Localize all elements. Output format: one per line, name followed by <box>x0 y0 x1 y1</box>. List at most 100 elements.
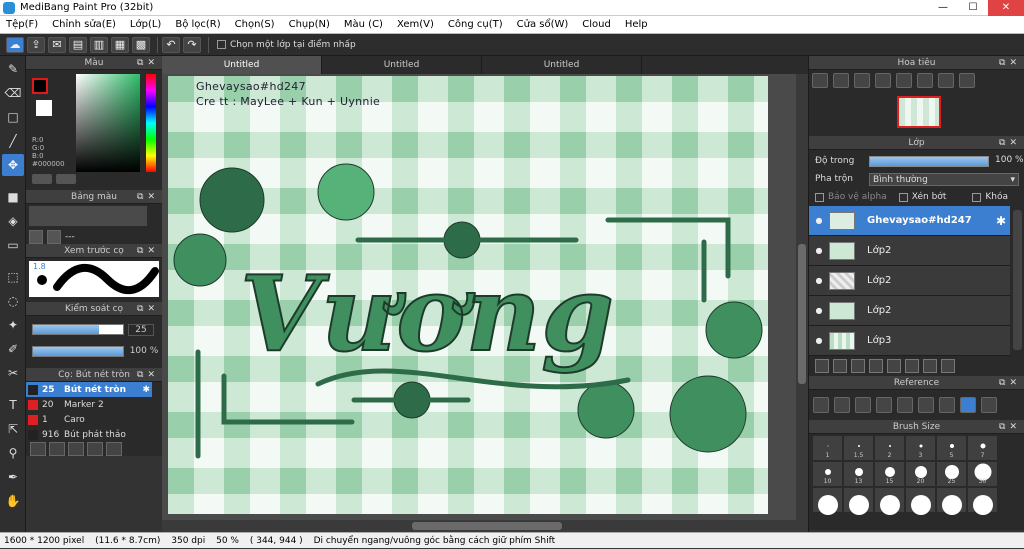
move-tool-icon[interactable]: ✥ <box>2 154 24 176</box>
select-layer-checkbox[interactable]: Chọn một lớp tại điểm nhấp <box>217 40 356 50</box>
delete-layer-icon[interactable] <box>941 359 955 373</box>
brush-size-cell[interactable] <box>875 488 904 515</box>
foreground-color-swatch[interactable] <box>32 78 48 94</box>
tab-untitled-3[interactable]: Untitled <box>482 56 642 74</box>
new-halftone-layer-icon[interactable] <box>833 359 847 373</box>
panel-controls-icon[interactable]: ⧉✕ <box>137 56 159 70</box>
zoom-out-icon[interactable] <box>918 397 934 413</box>
hand-icon[interactable] <box>960 397 976 413</box>
actual-size-icon[interactable] <box>875 73 891 88</box>
horizontal-scrollbar[interactable] <box>162 520 808 532</box>
layer-row[interactable]: ● Lớp3 <box>809 326 1010 356</box>
folder-icon[interactable] <box>887 359 901 373</box>
pen-tool-icon[interactable]: ✒ <box>2 466 24 488</box>
navigator-thumbnail[interactable] <box>897 96 941 128</box>
visibility-icon[interactable]: ● <box>809 276 829 285</box>
brush-size-cell[interactable]: 15 <box>875 462 904 486</box>
zoom-in-icon[interactable] <box>833 73 849 88</box>
menu-edit[interactable]: Chỉnh sửa(E) <box>52 19 116 30</box>
brush-item[interactable]: 916 Bút phát thảo <box>26 427 152 442</box>
gear-icon[interactable]: ✱ <box>996 214 1006 228</box>
magic-wand-tool-icon[interactable]: ✦ <box>2 314 24 336</box>
vertical-scroll-thumb[interactable] <box>798 244 806 384</box>
clipping-checkbox[interactable] <box>898 192 908 202</box>
brush-size-cell[interactable]: 2 <box>875 436 904 460</box>
comment-icon[interactable]: ✉ <box>48 36 66 53</box>
brush-item[interactable]: 25 Bút nét tròn ✱ <box>26 382 152 397</box>
delete-palette-icon[interactable] <box>47 230 61 244</box>
brush-size-cell[interactable] <box>813 488 842 515</box>
grid-icon[interactable]: ▦ <box>111 36 129 53</box>
blend-mode-select[interactable]: Bình thường ▾ <box>869 173 1019 186</box>
color-mode-button[interactable] <box>32 174 52 184</box>
redo-icon[interactable]: ↷ <box>183 36 201 53</box>
operation-tool-icon[interactable]: ⇱ <box>2 418 24 440</box>
vertical-scrollbar[interactable] <box>796 74 808 520</box>
visibility-icon[interactable]: ● <box>809 336 829 345</box>
layer-row[interactable]: ● Lớp2 <box>809 296 1010 326</box>
page-icon[interactable]: ▤ <box>69 36 87 53</box>
panel-controls-icon[interactable]: ⧉✕ <box>137 302 159 316</box>
document-icon[interactable]: ▥ <box>90 36 108 53</box>
gear-icon[interactable]: ✱ <box>142 385 152 395</box>
saturation-value-picker[interactable] <box>76 74 140 172</box>
new-brush-icon[interactable] <box>49 442 65 456</box>
menu-color[interactable]: Màu (C) <box>344 19 383 30</box>
brush-size-cell[interactable]: 20 <box>906 462 935 486</box>
tab-untitled-2[interactable]: Untitled <box>322 56 482 74</box>
menu-cloud[interactable]: Cloud <box>582 19 611 30</box>
brush-size-cell[interactable] <box>968 488 997 515</box>
rotate-right-icon[interactable] <box>938 73 954 88</box>
menu-filter[interactable]: Bộ lọc(R) <box>175 19 220 30</box>
background-color-swatch[interactable] <box>36 100 52 116</box>
menu-help[interactable]: Help <box>625 19 648 30</box>
new-layer-icon[interactable] <box>815 359 829 373</box>
brush-size-value[interactable]: 25 <box>128 324 154 336</box>
share-icon[interactable]: ⇪ <box>27 36 45 53</box>
zoom-out-icon[interactable] <box>812 73 828 88</box>
eyedropper-icon[interactable] <box>939 397 955 413</box>
panel-controls-icon[interactable]: ⧉✕ <box>999 420 1021 434</box>
brush-opacity-slider[interactable] <box>32 346 124 357</box>
brush-size-cell[interactable] <box>906 488 935 515</box>
menu-snap[interactable]: Chụp(N) <box>289 19 330 30</box>
layer-row[interactable]: ● Lớp2 <box>809 236 1010 266</box>
brush-size-cell[interactable]: 7 <box>968 436 997 460</box>
brush-size-slider[interactable] <box>32 324 124 335</box>
layer-row[interactable]: ● Ghevaysao#hd247 ✱ <box>809 206 1010 236</box>
copy-layer-icon[interactable] <box>851 359 865 373</box>
layer-menu-icon[interactable] <box>869 359 883 373</box>
brush-size-cell[interactable] <box>844 488 873 515</box>
text-tool-icon[interactable]: T <box>2 394 24 416</box>
add-brush-icon[interactable] <box>30 442 46 456</box>
brush-size-cell[interactable]: 30 <box>968 462 997 486</box>
zoom-in-icon[interactable] <box>876 397 892 413</box>
undo-icon[interactable]: ↶ <box>162 36 180 53</box>
menu-view[interactable]: Xem(V) <box>397 19 434 30</box>
drawing-canvas[interactable]: Vương Ghevaysao#hd247 Cre tt : MayLee + … <box>168 76 768 514</box>
rotate-left-icon[interactable] <box>896 73 912 88</box>
layer-scrollbar[interactable] <box>1013 210 1022 350</box>
eraser-tool-icon[interactable]: ⌫ <box>2 82 24 104</box>
brush-size-cell[interactable]: 13 <box>844 462 873 486</box>
select-rect-tool-icon[interactable]: ⬚ <box>2 266 24 288</box>
brush-size-cell[interactable]: 5 <box>937 436 966 460</box>
brush-item[interactable]: 20 Marker 2 <box>26 397 152 412</box>
visibility-icon[interactable]: ● <box>809 216 829 225</box>
layer-settings-icon[interactable] <box>923 359 937 373</box>
brush-size-cell[interactable] <box>937 488 966 515</box>
flip-icon[interactable] <box>959 73 975 88</box>
open-cloud-icon[interactable] <box>813 397 829 413</box>
brush-size-cell[interactable]: 10 <box>813 462 842 486</box>
cloud-icon[interactable]: ☁ <box>6 36 24 53</box>
minimize-button[interactable]: — <box>928 0 958 16</box>
select-eraser-tool-icon[interactable]: ✂ <box>2 362 24 384</box>
menu-select[interactable]: Chọn(S) <box>235 19 275 30</box>
add-palette-icon[interactable] <box>29 230 43 244</box>
select-pen-tool-icon[interactable]: ✐ <box>2 338 24 360</box>
panel-controls-icon[interactable]: ⧉✕ <box>137 190 159 204</box>
layer-opacity-slider[interactable] <box>869 156 989 167</box>
maximize-button[interactable]: ☐ <box>958 0 988 16</box>
reset-rotation-icon[interactable] <box>917 73 933 88</box>
delete-brush-icon[interactable] <box>87 442 103 456</box>
